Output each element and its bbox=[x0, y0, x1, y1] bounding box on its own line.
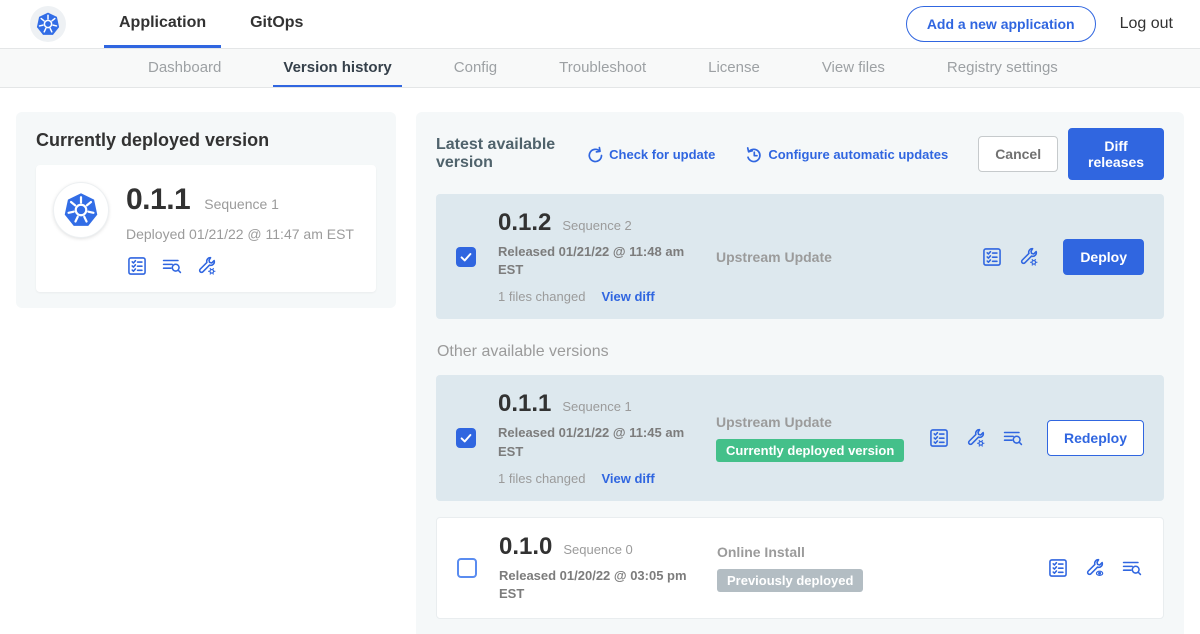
version-number: 0.1.2 bbox=[498, 209, 551, 237]
preflight-checklist-icon[interactable] bbox=[981, 246, 1003, 268]
version-released: Released 01/21/22 @ 11:48 am EST bbox=[498, 243, 690, 279]
edit-config-icon[interactable] bbox=[196, 255, 218, 277]
currently-deployed-title: Currently deployed version bbox=[36, 130, 376, 151]
currently-deployed-card: Currently deployed version 0.1.1 Sequenc… bbox=[16, 112, 396, 308]
latest-version-header: Latest available version Check for updat… bbox=[436, 128, 1164, 180]
app-subnav: Dashboard Version history Config Trouble… bbox=[0, 48, 1200, 88]
subnav-config[interactable]: Config bbox=[444, 49, 507, 87]
view-logs-icon[interactable] bbox=[1121, 557, 1143, 579]
version-released: Released 01/21/22 @ 11:45 am EST bbox=[498, 424, 690, 460]
view-logs-icon[interactable] bbox=[161, 255, 183, 277]
deployed-version-card: 0.1.1 Sequence 1 Deployed 01/21/22 @ 11:… bbox=[36, 165, 376, 292]
edit-config-icon[interactable] bbox=[1018, 246, 1040, 268]
view-diff-link[interactable]: View diff bbox=[601, 471, 654, 486]
clock-refresh-icon bbox=[745, 146, 762, 163]
configure-updates-link[interactable]: Configure automatic updates bbox=[745, 146, 948, 163]
other-versions-label: Other available versions bbox=[437, 343, 1164, 361]
kubernetes-logo bbox=[30, 6, 66, 42]
top-tabs: Application GitOps bbox=[104, 0, 318, 48]
deployed-sequence: Sequence 1 bbox=[204, 196, 279, 212]
files-changed: 1 files changed bbox=[498, 289, 585, 304]
deploy-button[interactable]: Deploy bbox=[1063, 239, 1144, 275]
view-config-icon[interactable] bbox=[1084, 557, 1106, 579]
version-row-0-1-0: 0.1.0 Sequence 0 Released 01/20/22 @ 03:… bbox=[436, 517, 1164, 619]
subnav-license[interactable]: License bbox=[698, 49, 770, 87]
version-number: 0.1.0 bbox=[499, 533, 552, 561]
version-row-0-1-1: 0.1.1 Sequence 1 Released 01/21/22 @ 11:… bbox=[436, 375, 1164, 500]
top-nav: Application GitOps Add a new application… bbox=[0, 0, 1200, 48]
tab-gitops[interactable]: GitOps bbox=[235, 0, 318, 48]
version-number: 0.1.1 bbox=[498, 390, 551, 418]
logout-link[interactable]: Log out bbox=[1120, 15, 1173, 33]
files-changed: 1 files changed bbox=[498, 471, 585, 486]
check-for-update-link[interactable]: Check for update bbox=[586, 146, 715, 163]
preflight-checklist-icon[interactable] bbox=[928, 427, 950, 449]
edit-config-icon[interactable] bbox=[965, 427, 987, 449]
view-logs-icon[interactable] bbox=[1002, 427, 1024, 449]
version-checkbox[interactable] bbox=[456, 428, 476, 448]
app-kubernetes-icon bbox=[54, 183, 108, 237]
subnav-version-history[interactable]: Version history bbox=[273, 49, 401, 87]
view-diff-link[interactable]: View diff bbox=[601, 289, 654, 304]
version-source: Upstream Update bbox=[716, 414, 928, 430]
cancel-button[interactable]: Cancel bbox=[978, 136, 1058, 172]
refresh-icon bbox=[586, 146, 603, 163]
diff-releases-button[interactable]: Diff releases bbox=[1068, 128, 1164, 180]
previously-deployed-badge: Previously deployed bbox=[717, 569, 863, 592]
version-checkbox[interactable] bbox=[456, 247, 476, 267]
subnav-registry-settings[interactable]: Registry settings bbox=[937, 49, 1068, 87]
main-content: Currently deployed version 0.1.1 Sequenc… bbox=[0, 88, 1200, 634]
subnav-view-files[interactable]: View files bbox=[812, 49, 895, 87]
version-released: Released 01/20/22 @ 03:05 pm EST bbox=[499, 567, 691, 603]
version-source: Online Install bbox=[717, 544, 929, 560]
version-sequence: Sequence 0 bbox=[563, 542, 632, 557]
version-source: Upstream Update bbox=[716, 249, 928, 265]
preflight-checklist-icon[interactable] bbox=[1047, 557, 1069, 579]
tab-application[interactable]: Application bbox=[104, 0, 221, 48]
subnav-dashboard[interactable]: Dashboard bbox=[138, 49, 231, 87]
latest-version-title: Latest available version bbox=[436, 136, 570, 172]
version-row-0-1-2: 0.1.2 Sequence 2 Released 01/21/22 @ 11:… bbox=[436, 194, 1164, 319]
preflight-checklist-icon[interactable] bbox=[126, 255, 148, 277]
currently-deployed-badge: Currently deployed version bbox=[716, 439, 904, 462]
deployed-timestamp: Deployed 01/21/22 @ 11:47 am EST bbox=[126, 226, 354, 242]
subnav-troubleshoot[interactable]: Troubleshoot bbox=[549, 49, 656, 87]
version-history-panel: Latest available version Check for updat… bbox=[416, 112, 1184, 634]
version-checkbox[interactable] bbox=[457, 558, 477, 578]
deployed-version-number: 0.1.1 bbox=[126, 183, 190, 217]
add-application-button[interactable]: Add a new application bbox=[906, 6, 1096, 42]
redeploy-button[interactable]: Redeploy bbox=[1047, 420, 1144, 456]
version-sequence: Sequence 1 bbox=[562, 399, 631, 414]
version-sequence: Sequence 2 bbox=[562, 218, 631, 233]
